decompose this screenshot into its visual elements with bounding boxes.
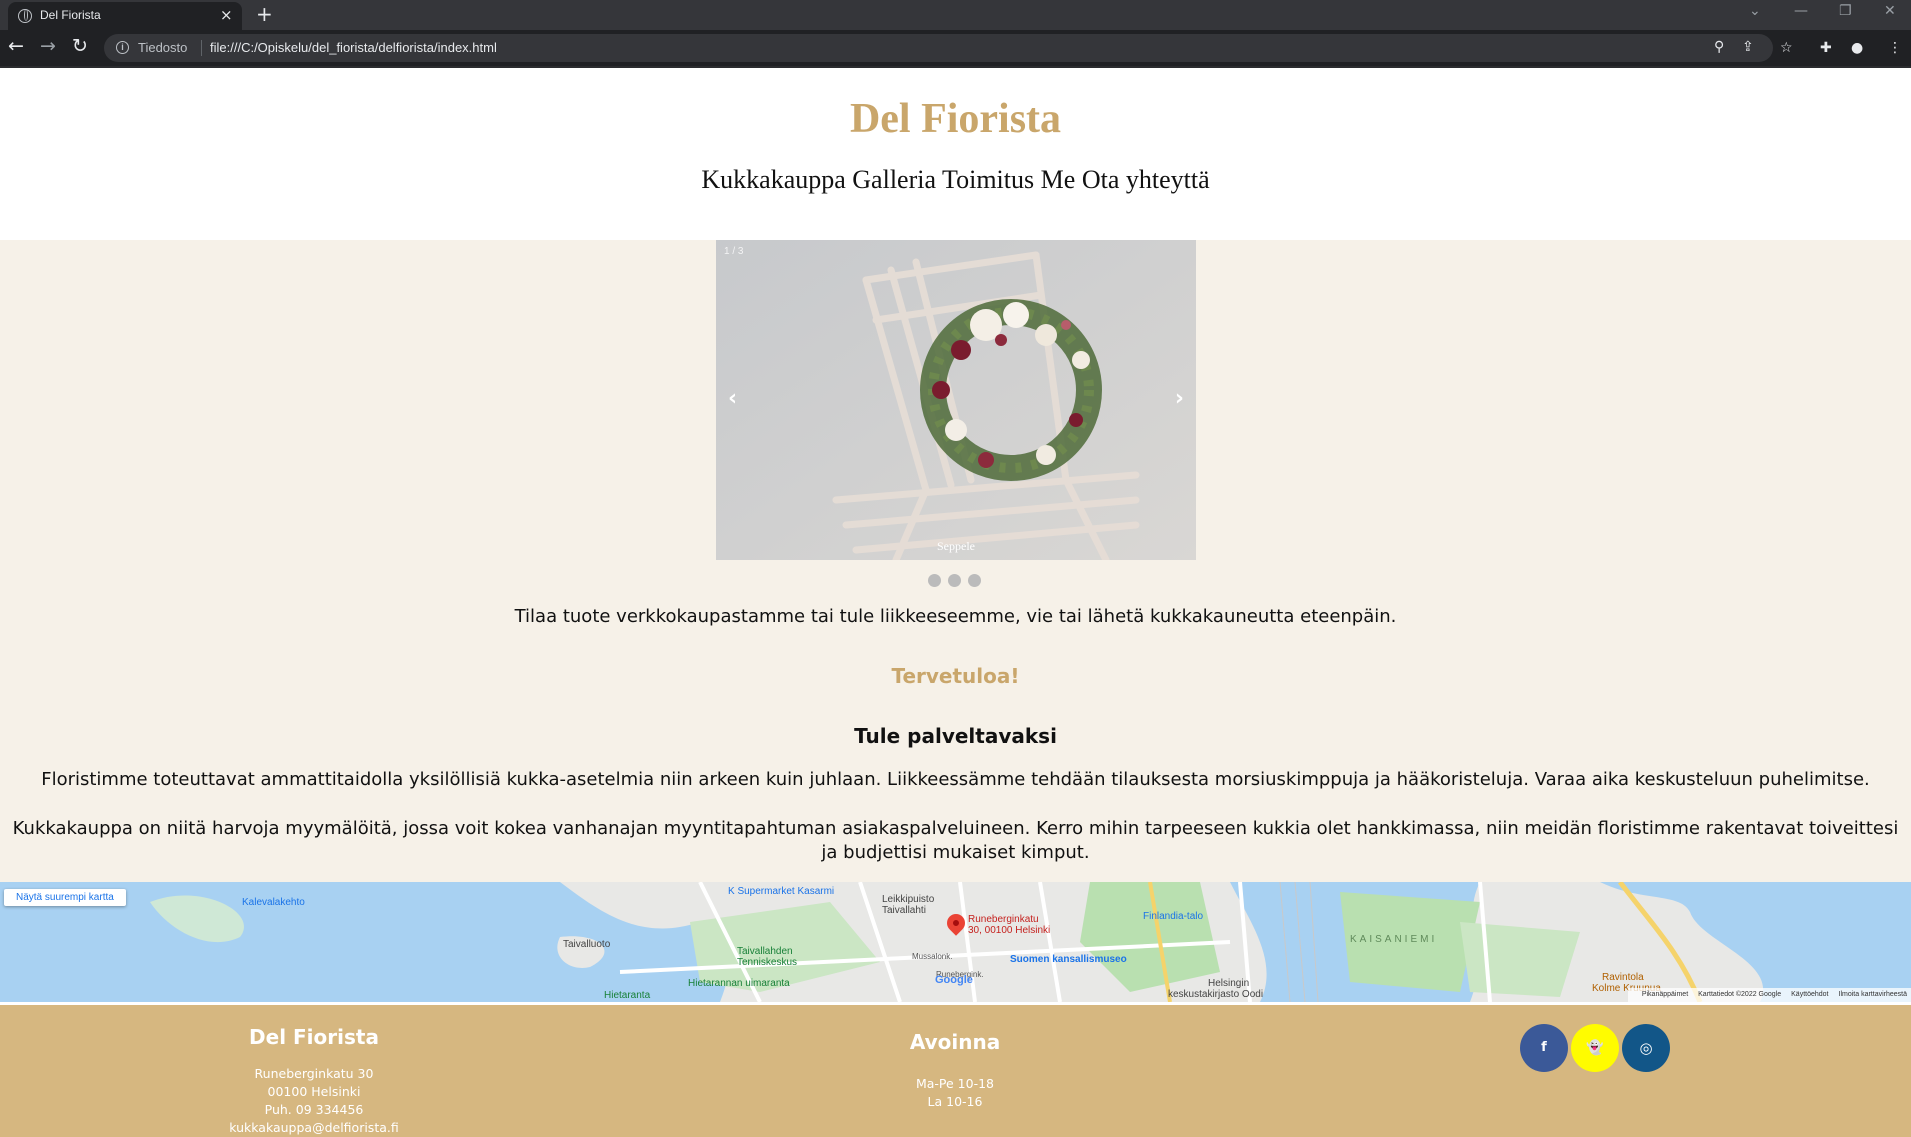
browser-toolbar: ← → ↻ i Tiedosto file:///C:/Opiskelu/del… (0, 30, 1911, 66)
footer-open-title: Avoinna (909, 1030, 1001, 1054)
address-bar[interactable]: i Tiedosto file:///C:/Opiskelu/del_fiori… (104, 34, 1773, 62)
map-pin-label-2: 30, 00100 Helsinki (968, 925, 1051, 936)
map-shortcuts-link[interactable]: Pikanäppäimet (1642, 991, 1688, 998)
profile-icon[interactable]: ● (1851, 38, 1863, 58)
window-close-icon[interactable]: ✕ (1884, 3, 1896, 19)
browser-tabstrip: Del Fiorista × + ⌄ — ❐ ✕ (0, 0, 1911, 30)
map-label-mussalo: Mussalonk. (912, 952, 953, 961)
google-logo: Google (935, 974, 973, 986)
close-tab-icon[interactable]: × (220, 6, 233, 24)
slide-counter: 1 / 3 (724, 246, 744, 257)
map-label-finlandia: Finlandia-talo (1143, 911, 1204, 922)
star-icon[interactable]: ☆ (1780, 38, 1793, 58)
hours-saturday: La 10-16 (927, 1094, 983, 1109)
menu-icon[interactable]: ⋮ (1888, 38, 1902, 58)
map-label-taivallahti: Taivallahti (882, 905, 926, 916)
map-data-credit: Karttatiedot ©2022 Google (1698, 991, 1782, 998)
intro-text: Tilaa tuote verkkokaupastamme tai tule l… (514, 606, 1397, 627)
info-icon[interactable]: i (116, 41, 129, 54)
footer-shop-name: Del Fiorista (249, 1025, 379, 1049)
map-report-link[interactable]: Ilmoita karttavirheestä (1839, 991, 1907, 998)
forward-arrow-icon[interactable]: → (40, 34, 56, 58)
minimize-icon[interactable]: — (1794, 3, 1808, 19)
map-terms-link[interactable]: Käyttöehdot (1791, 991, 1828, 998)
map-label-taivalluoto: Taivalluoto (563, 939, 611, 950)
instagram-icon[interactable]: ◎ (1622, 1024, 1670, 1072)
restore-icon[interactable]: ❐ (1839, 3, 1852, 19)
larger-map-button[interactable]: Näytä suurempi kartta (4, 889, 126, 906)
tab-search-icon[interactable]: ⌄ (1749, 3, 1761, 19)
map-pin-label-1: Runeberginkatu (968, 914, 1039, 925)
map-label-hietaranta: Hietaranta (604, 990, 651, 1001)
map-label-supermarket: K Supermarket Kasarmi (728, 886, 835, 897)
slide-dot-3[interactable] (968, 574, 981, 587)
site-title: Del Fiorista (849, 96, 1062, 142)
slide-dot-2[interactable] (948, 574, 961, 587)
page-edge (0, 66, 1911, 68)
nav-link-ota-yhteytta[interactable]: Ota yhteyttä (1082, 165, 1210, 194)
footer-phone: Puh. 09 334456 (264, 1102, 364, 1117)
slide-next-button[interactable]: › (1175, 388, 1184, 410)
omnibox-label: Tiedosto (138, 40, 188, 55)
map-label-ravintola: Ravintola (1602, 972, 1644, 983)
embedded-map[interactable]: Näytä suurempi kartta Kalevalakehto K Su… (0, 882, 1911, 1002)
reload-icon[interactable]: ↻ (72, 34, 88, 58)
omnibox-divider (201, 40, 202, 56)
footer-hours: Ma-Pe 10-18 La 10-16 (855, 1075, 1055, 1111)
nav-link-galleria[interactable]: Galleria (852, 165, 942, 194)
map-label-leikkipuisto: Leikkipuisto (882, 894, 935, 905)
share-icon[interactable]: ⇪ (1742, 37, 1754, 57)
service-heading: Tule palveltavaksi (854, 724, 1057, 748)
main-nav: Kukkakauppa Galleria Toimitus Me Ota yht… (0, 163, 1911, 197)
slide-dots (928, 572, 988, 587)
map-attribution: Pikanäppäimet Karttatiedot ©2022 Google Kä… (1627, 988, 1911, 1002)
facebook-icon[interactable]: f (1520, 1024, 1568, 1072)
extensions-icon[interactable]: ✚ (1820, 38, 1832, 58)
tab-title: Del Fiorista (40, 8, 101, 22)
welcome-heading: Tervetuloa! (891, 664, 1020, 688)
new-tab-icon[interactable]: + (256, 2, 273, 26)
slide-dot-1[interactable] (928, 574, 941, 587)
map-label-kansallismuseo: Suomen kansallismuseo (1010, 954, 1127, 965)
footer-address: Runeberginkatu 30 00100 Helsinki Puh. 09… (174, 1065, 454, 1137)
slide-prev-button[interactable]: ‹ (728, 388, 737, 410)
map-label-kalevalakehto: Kalevalakehto (242, 897, 305, 908)
map-label-oodi: keskustakirjasto Oodi (1168, 989, 1264, 1000)
map-label-tennis-2: Tenniskeskus (737, 957, 798, 968)
site-footer: Del Fiorista Runeberginkatu 30 00100 Hel… (0, 1005, 1911, 1137)
slideshow: 1 / 3 ‹ › Seppele (716, 240, 1196, 560)
footer-postcode: 00100 Helsinki (267, 1084, 361, 1099)
footer-email[interactable]: kukkakauppa@delfiorista.fi (174, 1119, 454, 1137)
nav-link-kukkakauppa[interactable]: Kukkakauppa (701, 165, 852, 194)
footer-street: Runeberginkatu 30 (254, 1066, 374, 1081)
browser-tab[interactable]: Del Fiorista × (8, 2, 242, 30)
nav-link-toimitus[interactable]: Toimitus (942, 165, 1041, 194)
globe-icon (18, 9, 32, 23)
hours-weekdays: Ma-Pe 10-18 (915, 1076, 995, 1091)
slide-caption: Seppele (937, 539, 975, 553)
back-arrow-icon[interactable]: ← (8, 34, 24, 58)
service-paragraph-2: Kukkakauppa on niitä harvoja myymälöitä,… (12, 818, 1899, 863)
wreath-photo (716, 240, 1196, 560)
map-label-helsingin: Helsingin (1208, 978, 1250, 989)
zoom-icon[interactable]: ⚲ (1714, 37, 1724, 57)
snapchat-icon[interactable]: 👻 (1571, 1024, 1619, 1072)
map-label-kaisaniemi: KAISANIEMI (1350, 934, 1438, 945)
service-paragraph-1: Floristimme toteuttavat ammattitaidolla … (41, 769, 1870, 790)
url-text[interactable]: file:///C:/Opiskelu/del_fiorista/delfior… (210, 40, 497, 55)
map-label-tennis-1: Taivallahden (737, 946, 793, 957)
nav-link-me[interactable]: Me (1041, 165, 1082, 194)
map-label-hietarannan: Hietarannan uimaranta (688, 978, 790, 989)
